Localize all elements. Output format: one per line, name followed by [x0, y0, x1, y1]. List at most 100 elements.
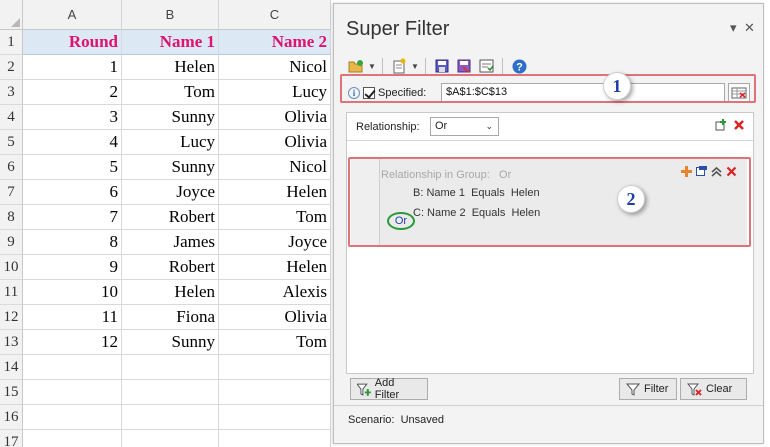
row-header[interactable]: 14	[0, 355, 23, 380]
cell-name-1[interactable]: Fiona	[122, 305, 219, 330]
manage-scenarios-icon[interactable]	[476, 57, 496, 75]
relationship-select[interactable]: Or ⌄	[430, 117, 499, 136]
cell-name-1[interactable]: James	[122, 230, 219, 255]
cell-name-1[interactable]: Sunny	[122, 330, 219, 355]
cell-name-2[interactable]: Olivia	[219, 305, 331, 330]
cell-name-1[interactable]: Joyce	[122, 180, 219, 205]
column-header-a[interactable]: A	[23, 0, 122, 30]
relationship-value: Or	[435, 120, 448, 132]
row-header[interactable]: 16	[0, 405, 23, 430]
row-header[interactable]: 9	[0, 230, 23, 255]
row-header[interactable]: 12	[0, 305, 23, 330]
pane-close-button[interactable]: ✕	[744, 20, 755, 36]
save-icon[interactable]	[432, 57, 452, 75]
delete-all-icon[interactable]	[733, 119, 745, 131]
relationship-label: Relationship:	[356, 121, 420, 133]
row-header[interactable]: 3	[0, 80, 23, 105]
header-cell[interactable]: Round	[23, 30, 122, 55]
row-header[interactable]: 10	[0, 255, 23, 280]
cell-name-2[interactable]: Alexis	[219, 280, 331, 305]
cell-name-2[interactable]: Olivia	[219, 130, 331, 155]
row-header[interactable]: 7	[0, 180, 23, 205]
header-cell[interactable]: Name 2	[219, 30, 331, 55]
cell-round[interactable]	[23, 405, 122, 430]
row-header[interactable]: 13	[0, 330, 23, 355]
cell-round[interactable]	[23, 380, 122, 405]
cell-round[interactable]: 10	[23, 280, 122, 305]
header-cell[interactable]: Name 1	[122, 30, 219, 55]
cell-name-2[interactable]	[219, 380, 331, 405]
clear-button[interactable]: Clear	[680, 378, 747, 400]
cell-name-2[interactable]	[219, 430, 331, 447]
cell-name-1[interactable]	[122, 380, 219, 405]
cell-name-2[interactable]: Tom	[219, 205, 331, 230]
cell-round[interactable]: 9	[23, 255, 122, 280]
cell-round[interactable]: 5	[23, 155, 122, 180]
row-header[interactable]: 15	[0, 380, 23, 405]
row-header[interactable]: 17	[0, 430, 23, 447]
toolbar-divider	[425, 58, 426, 74]
filter-button[interactable]: Filter	[619, 378, 677, 400]
cell-name-1[interactable]	[122, 405, 219, 430]
chevron-down-icon[interactable]: ▼	[368, 62, 376, 71]
cell-name-1[interactable]: Robert	[122, 255, 219, 280]
pane-title: Super Filter	[346, 18, 450, 40]
cell-name-2[interactable]	[219, 355, 331, 380]
cell-name-1[interactable]	[122, 355, 219, 380]
cell-round[interactable]: 2	[23, 80, 122, 105]
cell-round[interactable]: 1	[23, 55, 122, 80]
cell-round[interactable]	[23, 355, 122, 380]
cell-name-2[interactable]: Helen	[219, 180, 331, 205]
row-header[interactable]: 2	[0, 55, 23, 80]
add-filter-label: Add Filter	[374, 377, 400, 401]
add-group-icon[interactable]	[715, 119, 727, 131]
column-header-c[interactable]: C	[219, 0, 331, 30]
cell-round[interactable]: 7	[23, 205, 122, 230]
cell-name-2[interactable]: Joyce	[219, 230, 331, 255]
clear-label: Clear	[706, 383, 733, 395]
svg-text:?: ?	[516, 61, 523, 73]
row-header[interactable]: 1	[0, 30, 23, 55]
row-header[interactable]: 8	[0, 205, 23, 230]
cell-round[interactable]: 8	[23, 230, 122, 255]
cell-name-1[interactable]: Lucy	[122, 130, 219, 155]
open-scenario-icon[interactable]	[346, 57, 366, 75]
row-header[interactable]: 6	[0, 155, 23, 180]
cell-name-1[interactable]	[122, 430, 219, 447]
callout-highlight-group	[348, 157, 751, 247]
cell-round[interactable]	[23, 430, 122, 447]
cell-round[interactable]: 6	[23, 180, 122, 205]
row-header[interactable]: 5	[0, 130, 23, 155]
cell-name-1[interactable]: Helen	[122, 280, 219, 305]
help-icon[interactable]: ?	[509, 57, 529, 75]
cell-name-2[interactable]	[219, 405, 331, 430]
chevron-down-icon[interactable]: ▼	[411, 62, 419, 71]
cell-name-1[interactable]: Sunny	[122, 105, 219, 130]
cell-round[interactable]: 3	[23, 105, 122, 130]
chevron-down-icon: ⌄	[485, 121, 493, 131]
relationship-actions	[715, 119, 745, 131]
cell-name-2[interactable]: Lucy	[219, 80, 331, 105]
row-header[interactable]: 4	[0, 105, 23, 130]
cell-name-1[interactable]: Robert	[122, 205, 219, 230]
cell-name-2[interactable]: Tom	[219, 330, 331, 355]
column-header-b[interactable]: B	[122, 0, 219, 30]
new-scenario-icon[interactable]	[389, 57, 409, 75]
cell-name-1[interactable]: Sunny	[122, 155, 219, 180]
cell-name-2[interactable]: Helen	[219, 255, 331, 280]
scenario-value: Unsaved	[400, 414, 445, 426]
cell-name-2[interactable]: Olivia	[219, 105, 331, 130]
cell-name-2[interactable]: Nicol	[219, 155, 331, 180]
row-header[interactable]: 11	[0, 280, 23, 305]
cell-round[interactable]: 4	[23, 130, 122, 155]
add-filter-button[interactable]: Add Filter	[350, 377, 428, 401]
callout-badge-2: 2	[617, 185, 645, 213]
save-as-icon[interactable]	[454, 57, 474, 75]
select-all-corner[interactable]	[0, 0, 23, 30]
cell-name-1[interactable]: Tom	[122, 80, 219, 105]
pane-options-dropdown[interactable]: ▾	[730, 20, 737, 36]
cell-name-2[interactable]: Nicol	[219, 55, 331, 80]
cell-name-1[interactable]: Helen	[122, 55, 219, 80]
cell-round[interactable]: 11	[23, 305, 122, 330]
cell-round[interactable]: 12	[23, 330, 122, 355]
